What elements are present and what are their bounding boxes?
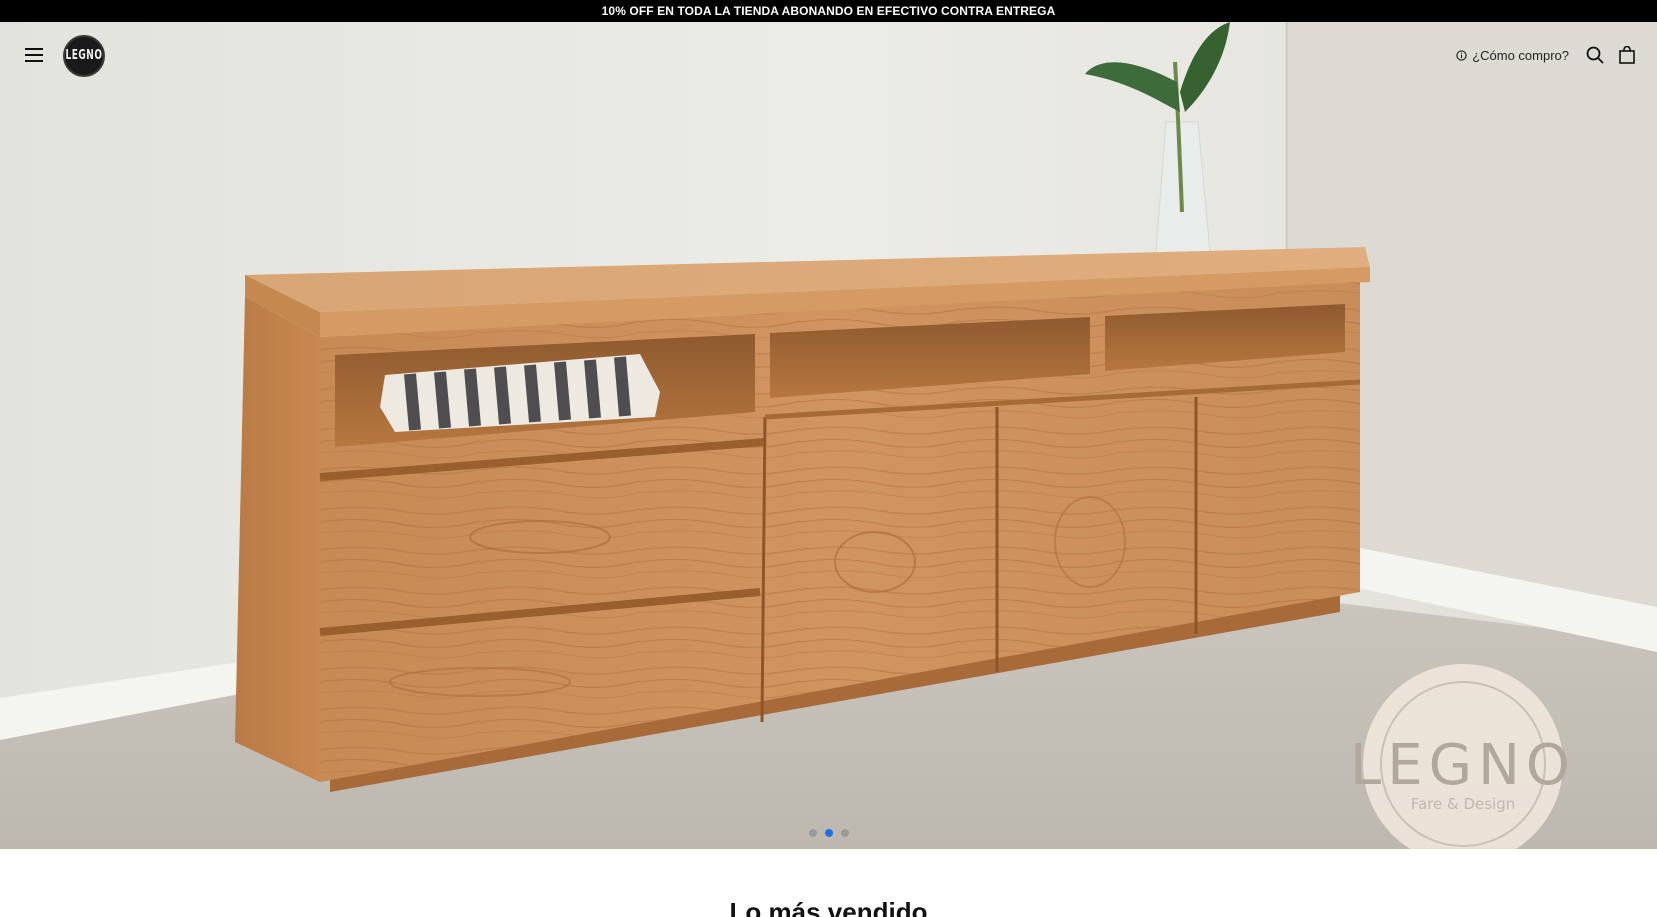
watermark-brand: LEGNO [1350, 733, 1576, 798]
slide-dot-1[interactable] [808, 829, 817, 837]
announcement-bar: 10% OFF EN TODA LA TIENDA ABONANDO EN EF… [0, 0, 1657, 22]
slide-dot-2[interactable] [824, 829, 833, 837]
hamburger-menu-button[interactable] [22, 43, 46, 67]
hero-image: LEGNO Fare & Design [0, 22, 1657, 849]
search-icon [1586, 46, 1604, 64]
bestsellers-title: Lo más vendido [729, 897, 928, 917]
site-header: LEGNO ¿Cómo compro? [0, 22, 1657, 88]
shopping-bag-icon [1619, 46, 1635, 64]
search-button[interactable] [1583, 43, 1607, 67]
cart-button[interactable] [1615, 43, 1639, 67]
info-icon [1456, 49, 1467, 61]
logo[interactable]: LEGNO [63, 35, 105, 77]
hero-slider[interactable]: LEGNO Fare & Design [0, 22, 1657, 849]
logo-text: LEGNO [65, 48, 103, 64]
slide-dot-3[interactable] [840, 829, 849, 837]
slider-pagination [0, 829, 1657, 837]
watermark-tagline: Fare & Design [1411, 795, 1516, 813]
hamburger-icon [25, 48, 43, 62]
how-to-buy-link[interactable]: ¿Cómo compro? [1456, 46, 1569, 64]
how-to-buy-label: ¿Cómo compro? [1472, 47, 1569, 63]
announcement-text: 10% OFF EN TODA LA TIENDA ABONANDO EN EF… [601, 4, 1056, 18]
